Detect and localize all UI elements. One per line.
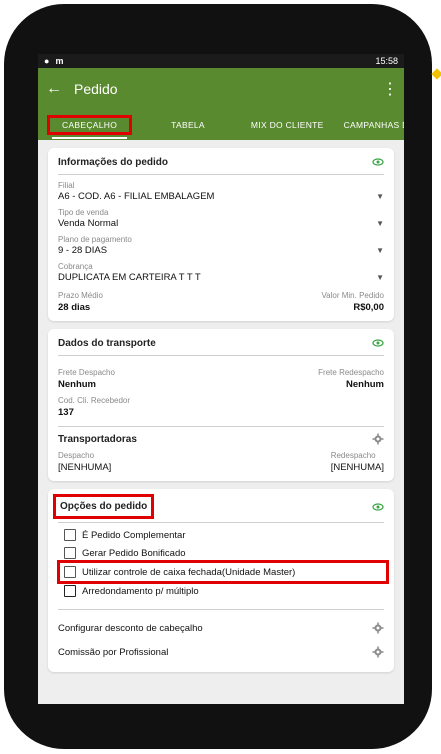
checkbox-label: Utilizar controle de caixa fechada(Unida… (82, 566, 296, 578)
valor-min-value: R$0,00 (353, 302, 384, 313)
gear-icon[interactable] (372, 646, 384, 658)
dropdown-arrow-icon: ▼ (376, 246, 384, 255)
filial-value: A6 - COD. A6 - FILIAL EMBALAGEM (58, 191, 215, 202)
filial-label: Filial (58, 181, 75, 190)
comissao-row[interactable]: Comissão por Profissional (58, 640, 384, 664)
tipo-venda-value: Venda Normal (58, 218, 119, 229)
checkbox-label: Arredondamento p/ múltiplo (82, 585, 199, 597)
plano-value: 9 - 28 DIAS (58, 245, 108, 256)
cobranca-select[interactable]: DUPLICATA EM CARTEIRA T T T ▼ (58, 272, 384, 283)
filial-select[interactable]: A6 - COD. A6 - FILIAL EMBALAGEM ▼ (58, 191, 384, 202)
config-desconto-row[interactable]: Configurar desconto de cabeçalho (58, 616, 384, 640)
tab-mix-do-cliente[interactable]: MIX DO CLIENTE (241, 120, 334, 130)
eye-icon[interactable] (372, 156, 384, 168)
prazo-label: Prazo Médio (58, 291, 103, 300)
phone-frame: ● m 15:58 ← Pedido ⋮ CABEÇALHO TABELA MI… (4, 4, 432, 749)
back-arrow-icon[interactable]: ← (46, 80, 74, 98)
config-desconto-label: Configurar desconto de cabeçalho (58, 622, 203, 634)
status-bar: ● m 15:58 (38, 54, 404, 68)
cod-recebedor-value[interactable]: 137 (58, 407, 384, 418)
dropdown-arrow-icon: ▼ (376, 192, 384, 201)
tab-cabecalho[interactable]: CABEÇALHO (46, 115, 133, 139)
status-time: 15:58 (375, 56, 398, 66)
app-screen: ● m 15:58 ← Pedido ⋮ CABEÇALHO TABELA MI… (38, 54, 404, 704)
tab-bar: CABEÇALHO TABELA MIX DO CLIENTE CAMPANHA… (38, 110, 404, 140)
plano-label: Plano de pagamento (58, 235, 132, 244)
tipo-venda-select[interactable]: Venda Normal ▼ (58, 218, 384, 229)
order-options-title: Opções do pedido (52, 494, 155, 519)
frete-redespacho-label: Frete Redespacho (318, 368, 384, 377)
order-options-card: Opções do pedido É Pedido Complementar G… (48, 489, 394, 672)
checkbox-pedido-bonificado[interactable]: Gerar Pedido Bonificado (64, 547, 384, 559)
redespacho-value[interactable]: [NENHUMA] (331, 462, 384, 473)
cod-recebedor-label: Cod. Cli. Recebedor (58, 396, 131, 405)
cobranca-label: Cobrança (58, 262, 93, 271)
app-bar: ← Pedido ⋮ (38, 68, 404, 110)
frete-despacho-value[interactable]: Nenhum (58, 379, 115, 390)
comissao-label: Comissão por Profissional (58, 646, 169, 658)
transportadoras-title: Transportadoras (58, 433, 137, 445)
checkbox-pedido-complementar[interactable]: É Pedido Complementar (64, 529, 384, 541)
checkbox-label: É Pedido Complementar (82, 529, 186, 541)
checkbox-icon[interactable] (64, 566, 76, 578)
prazo-value: 28 dias (58, 302, 91, 313)
plano-select[interactable]: 9 - 28 DIAS ▼ (58, 245, 384, 256)
order-info-card: Informações do pedido Filial A6 - COD. A… (48, 148, 394, 321)
page-title: Pedido (74, 81, 118, 97)
content-area: Informações do pedido Filial A6 - COD. A… (38, 148, 404, 672)
despacho-value[interactable]: [NENHUMA] (58, 462, 111, 473)
yellow-marker-icon (431, 68, 441, 80)
android-icon: ● (44, 56, 50, 66)
checkbox-arredondamento[interactable]: Arredondamento p/ múltiplo (64, 585, 384, 597)
more-options-icon[interactable]: ⋮ (382, 79, 398, 99)
checkbox-icon[interactable] (64, 547, 76, 559)
eye-icon[interactable] (372, 501, 384, 513)
order-info-title: Informações do pedido (58, 156, 169, 168)
tab-tabela[interactable]: TABELA (161, 120, 215, 130)
transport-card: Dados do transporte Frete Despacho Nenhu… (48, 329, 394, 481)
gear-icon[interactable] (372, 622, 384, 634)
checkbox-icon[interactable] (64, 529, 76, 541)
frete-despacho-label: Frete Despacho (58, 368, 115, 377)
transport-title: Dados do transporte (58, 337, 156, 349)
checkbox-label: Gerar Pedido Bonificado (82, 547, 186, 559)
checkbox-caixa-fechada[interactable]: Utilizar controle de caixa fechada(Unida… (57, 560, 389, 584)
eye-icon[interactable] (372, 337, 384, 349)
tipo-venda-label: Tipo de venda (58, 208, 109, 217)
despacho-label: Despacho (58, 451, 95, 460)
dropdown-arrow-icon: ▼ (376, 273, 384, 282)
checkbox-icon[interactable] (64, 585, 76, 597)
cobranca-value: DUPLICATA EM CARTEIRA T T T (58, 272, 201, 283)
tab-campanhas[interactable]: CAMPANHAS DE (334, 120, 404, 130)
gear-icon[interactable] (372, 433, 384, 445)
dropdown-arrow-icon: ▼ (376, 219, 384, 228)
notification-icon: m (55, 56, 64, 66)
valor-min-label: Valor Min. Pedido (321, 291, 384, 300)
frete-redespacho-value[interactable]: Nenhum (318, 379, 384, 390)
redespacho-label: Redespacho (330, 451, 376, 460)
